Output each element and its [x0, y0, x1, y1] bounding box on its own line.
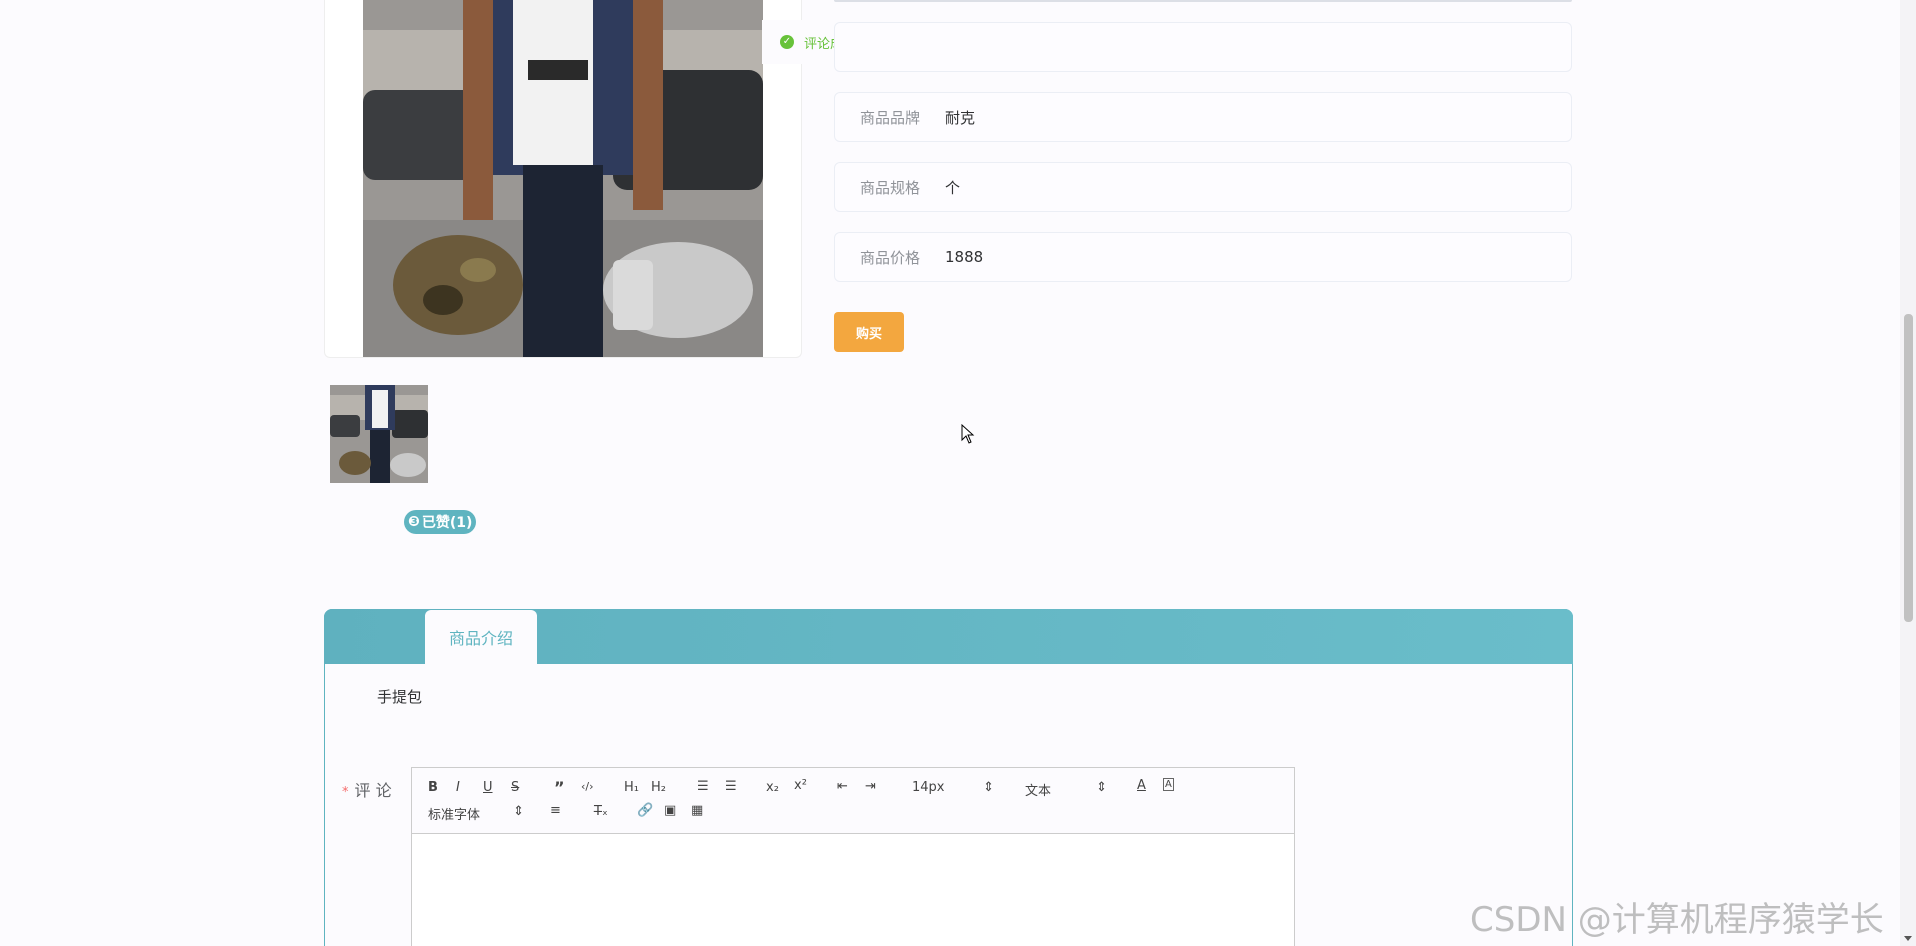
font-family-select[interactable]: 标准字体 ⇕ — [428, 804, 524, 823]
select-arrows-icon: ⇕ — [983, 780, 994, 795]
editor-toolbar: B I U S ” ‹/› H₁ H₂ ☰ ☰ x₂ x² ⇤ ⇥ 14px ⇕… — [411, 767, 1295, 834]
comment-label: * 评 论 — [342, 777, 392, 801]
header-value: 文本 — [1025, 784, 1052, 799]
code-block-button[interactable]: ‹/› — [581, 780, 594, 793]
video-icon[interactable]: ▦ — [691, 803, 703, 818]
select-arrows-icon: ⇕ — [513, 804, 524, 819]
comment-label-text: 评 论 — [354, 781, 392, 800]
link-icon[interactable]: 🔗 — [637, 803, 653, 818]
header-select[interactable]: 文本 ⇕ — [1025, 780, 1107, 799]
info-row-spec: 商品规格 个 — [834, 162, 1572, 212]
ordered-list-icon[interactable]: ☰ — [697, 779, 709, 794]
info-value-spec: 个 — [945, 178, 961, 197]
font-size-value: 14px — [912, 780, 945, 795]
italic-button[interactable]: I — [456, 780, 460, 795]
bold-button[interactable]: B — [428, 780, 438, 795]
bullet-list-icon[interactable]: ☰ — [725, 779, 737, 794]
clear-format-icon[interactable]: T̶ₓ — [594, 804, 608, 819]
info-value-price: 1888 — [945, 248, 984, 266]
background-color-icon[interactable]: A — [1163, 778, 1174, 791]
font-size-select[interactable]: 14px ⇕ — [912, 780, 994, 795]
blockquote-button[interactable]: ” — [554, 778, 565, 797]
buy-button[interactable]: 购买 — [834, 312, 904, 352]
superscript-button[interactable]: x² — [794, 778, 807, 793]
info-row-brand: 商品品牌 耐克 — [834, 92, 1572, 142]
required-asterisk: * — [342, 785, 349, 800]
like-label: 已赞(1) — [421, 515, 473, 531]
info-row-0 — [834, 22, 1572, 72]
outdent-icon[interactable]: ⇤ — [837, 779, 848, 794]
info-label-brand: 商品品牌 — [860, 108, 921, 127]
scroll-down-icon[interactable] — [1904, 936, 1912, 941]
watermark: CSDN @计算机程序猿学长 — [1470, 900, 1884, 940]
scrollbar-thumb[interactable] — [1904, 314, 1913, 622]
underline-button[interactable]: U — [483, 780, 493, 795]
info-label-price: 商品价格 — [860, 248, 921, 267]
info-label-spec: 商品规格 — [860, 178, 921, 197]
font-color-icon[interactable]: A — [1137, 778, 1146, 793]
strike-button[interactable]: S — [511, 780, 519, 795]
image-icon[interactable]: ▣ — [664, 803, 676, 818]
thumbs-up-icon: ❸ — [408, 514, 420, 530]
indent-icon[interactable]: ⇥ — [865, 779, 876, 794]
check-circle-icon: ✓ — [780, 35, 794, 49]
like-button[interactable]: ❸ 已赞(1) — [404, 510, 477, 534]
align-icon[interactable]: ≡ — [550, 803, 561, 818]
info-value-brand: 耐克 — [945, 108, 976, 127]
mouse-cursor-icon — [961, 423, 975, 448]
product-thumbnail[interactable] — [330, 385, 428, 483]
info-row-price: 商品价格 1888 — [834, 232, 1572, 282]
product-intro-text: 手提包 — [377, 688, 423, 706]
product-main-image — [363, 0, 763, 357]
h2-button[interactable]: H₂ — [651, 780, 666, 795]
select-arrows-icon: ⇕ — [1096, 780, 1107, 795]
subscript-button[interactable]: x₂ — [766, 780, 779, 795]
h1-button[interactable]: H₁ — [624, 780, 639, 795]
tab-product-intro[interactable]: 商品介绍 — [425, 610, 537, 664]
info-top-border — [834, 0, 1572, 2]
font-family-value: 标准字体 — [428, 808, 481, 823]
